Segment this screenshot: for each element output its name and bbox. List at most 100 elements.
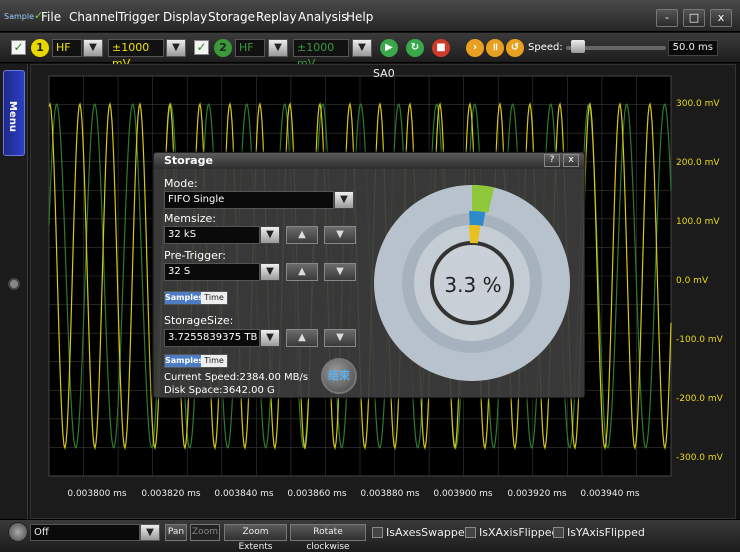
ch1-enable-checkbox[interactable]: ✓ [11, 40, 26, 55]
menu-storage[interactable]: Storage [208, 10, 255, 24]
storagesize-select[interactable]: 3.7255839375 TB [164, 329, 260, 347]
ch1-range: ±1000 mV [108, 39, 164, 70]
pretrigger-dropdown-button[interactable]: ▼ [260, 263, 280, 281]
samples-option[interactable]: Samples [165, 355, 203, 367]
repeat-icon[interactable]: ↺ [506, 39, 524, 57]
x-tick: 0.003860 ms [287, 489, 347, 499]
menu-bar: Sample✓ File Channel Trigger Display Sto… [0, 0, 740, 32]
menu-display[interactable]: Display [163, 10, 207, 24]
pan-button[interactable]: Pan [165, 524, 187, 541]
speed-label: Speed: [528, 42, 563, 53]
stop-recording-button[interactable]: 结束 [321, 358, 357, 394]
storagesize-label: StorageSize: [164, 314, 234, 327]
ch2-range-dropdown[interactable]: ▼ [352, 39, 372, 57]
ch2-range: ±1000 mV [293, 39, 349, 70]
x-flipped-label: IsXAxisFlipped [479, 526, 559, 539]
storage-dialog: Storage ? x Mode: FIFO Single ▼ Memsize:… [153, 152, 585, 398]
storage-titlebar[interactable] [154, 153, 584, 169]
disk-space: Disk Space:3642.00 G [164, 385, 275, 396]
y-tick: -300.0 mV [676, 453, 723, 463]
menu-trigger[interactable]: Trigger [118, 10, 159, 24]
modifier-icon [8, 522, 28, 542]
side-menu-tab[interactable]: Menu [3, 70, 25, 156]
close-button[interactable]: x [710, 9, 732, 27]
forward-icon[interactable]: › [466, 39, 484, 57]
pretrigger-unit-toggle[interactable]: Samples Time [164, 291, 228, 305]
storagesize-down-button[interactable]: ▼ [324, 329, 356, 347]
progress-arc-middle [469, 211, 486, 227]
pretrigger-label: Pre-Trigger: [164, 249, 226, 262]
mode-dropdown-button[interactable]: ▼ [334, 191, 354, 209]
progress-percent: 3.3 % [444, 273, 502, 297]
memsize-dropdown-button[interactable]: ▼ [260, 226, 280, 244]
x-tick: 0.003840 ms [214, 489, 274, 499]
memsize-up-button[interactable]: ▲ [286, 226, 318, 244]
speed-value: 50.0 ms [668, 40, 718, 56]
minimize-button[interactable]: - [656, 9, 678, 27]
time-option[interactable]: Time [201, 355, 227, 367]
axes-swapped-checkbox[interactable] [372, 527, 383, 538]
ch2-coupling: HF [235, 39, 265, 57]
pause-icon[interactable]: ॥ [486, 39, 504, 57]
ch2-badge: 2 [214, 39, 232, 57]
pretrigger-down-button[interactable]: ▼ [324, 263, 356, 281]
ch2-enable-checkbox[interactable]: ✓ [194, 40, 209, 55]
axes-swapped-label: IsAxesSwapped [386, 526, 472, 539]
y-tick: 200.0 mV [676, 158, 720, 168]
ch1-coupling-dropdown[interactable]: ▼ [83, 39, 103, 57]
maximize-button[interactable]: □ [683, 9, 705, 27]
ch1-badge: 1 [31, 39, 49, 57]
menu-channel[interactable]: Channel [69, 10, 118, 24]
x-tick: 0.003800 ms [67, 489, 127, 499]
mode-select[interactable]: FIFO Single [164, 191, 334, 209]
current-speed: Current Speed:2384.00 MB/s [164, 372, 309, 383]
panel-toggle-knob[interactable] [8, 278, 20, 290]
y-flipped-checkbox[interactable] [553, 527, 564, 538]
menu-analysis[interactable]: Analysis [298, 10, 347, 24]
memsize-down-button[interactable]: ▼ [324, 226, 356, 244]
x-tick: 0.003920 ms [507, 489, 567, 499]
x-tick: 0.003880 ms [360, 489, 420, 499]
storage-title: Storage [164, 154, 213, 167]
samples-option[interactable]: Samples [165, 292, 203, 304]
y-flipped-label: IsYAxisFlipped [567, 526, 645, 539]
zoom-button[interactable]: Zoom [190, 524, 220, 541]
storagesize-unit-toggle[interactable]: Samples Time [164, 354, 228, 368]
x-tick: 0.003820 ms [141, 489, 201, 499]
x-flipped-checkbox[interactable] [465, 527, 476, 538]
y-tick: 0.0 mV [676, 276, 709, 286]
plot-title: SA0 [373, 67, 395, 80]
memsize-select[interactable]: 32 kS [164, 226, 260, 244]
dialog-close-button[interactable]: x [563, 154, 579, 167]
memsize-label: Memsize: [164, 212, 217, 225]
zoom-extents-button[interactable]: Zoom Extents [224, 524, 287, 552]
ch2-coupling-dropdown[interactable]: ▼ [268, 39, 288, 57]
app-logo: Sample✓ [4, 9, 44, 22]
ch1-range-dropdown[interactable]: ▼ [166, 39, 186, 57]
speed-slider-thumb[interactable] [571, 40, 585, 53]
menu-file[interactable]: File [41, 10, 61, 24]
play-icon[interactable]: ▶ [380, 39, 398, 57]
menu-help[interactable]: Help [346, 10, 373, 24]
modifier-dropdown-button[interactable]: ▼ [140, 524, 160, 541]
mode-label: Mode: [164, 177, 198, 190]
x-tick: 0.003940 ms [580, 489, 640, 499]
storagesize-up-button[interactable]: ▲ [286, 329, 318, 347]
menu-replay[interactable]: Replay [256, 10, 297, 24]
y-tick: 300.0 mV [676, 99, 720, 109]
storagesize-dropdown-button[interactable]: ▼ [260, 329, 280, 347]
y-tick: 100.0 mV [676, 217, 720, 227]
time-option[interactable]: Time [201, 292, 227, 304]
x-tick: 0.003900 ms [433, 489, 493, 499]
rotate-clockwise-button[interactable]: Rotate clockwise [290, 524, 366, 552]
refresh-icon[interactable]: ↻ [406, 39, 424, 57]
ch1-coupling: HF [52, 39, 82, 57]
y-tick: -200.0 mV [676, 394, 723, 404]
stop-icon[interactable]: ■ [432, 39, 450, 57]
modifier-select[interactable]: Off [30, 524, 140, 541]
pretrigger-up-button[interactable]: ▲ [286, 263, 318, 281]
help-button[interactable]: ? [544, 154, 560, 167]
oscilloscope-app: Sample✓ File Channel Trigger Display Sto… [0, 0, 740, 552]
y-tick: -100.0 mV [676, 335, 723, 345]
pretrigger-select[interactable]: 32 S [164, 263, 260, 281]
